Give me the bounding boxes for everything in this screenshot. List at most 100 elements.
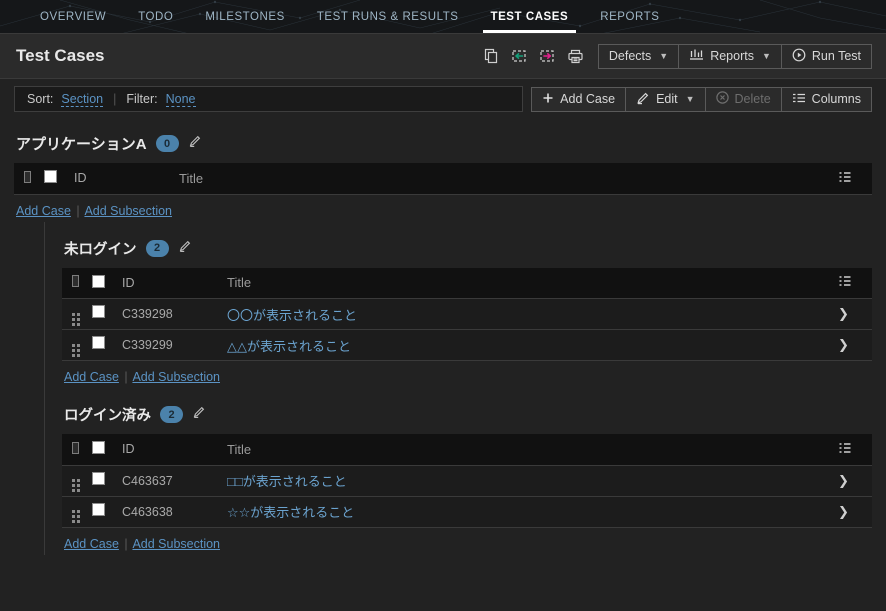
nav-item-reports[interactable]: REPORTS bbox=[584, 0, 675, 33]
drag-handle-icon[interactable] bbox=[72, 343, 80, 357]
header-columns-icon-cell[interactable] bbox=[838, 267, 872, 299]
nav-item-milestones[interactable]: MILESTONES bbox=[189, 0, 300, 33]
select-all-checkbox[interactable] bbox=[92, 441, 105, 455]
row-drag-handle-cell[interactable] bbox=[62, 330, 92, 361]
columns-config-icon bbox=[839, 172, 851, 182]
sort-label: Sort: bbox=[27, 92, 54, 106]
sort-filter-bar: Sort: Section | Filter: None bbox=[14, 86, 524, 112]
add-subsection-link[interactable]: Add Subsection bbox=[132, 370, 220, 384]
case-id: C463638 bbox=[122, 504, 173, 519]
row-checkbox[interactable] bbox=[92, 471, 105, 485]
add-case-button[interactable]: Add Case bbox=[531, 86, 627, 112]
divider: | bbox=[124, 370, 128, 384]
drag-handle-icon[interactable] bbox=[72, 312, 80, 326]
chevron-right-icon[interactable]: ❯ bbox=[838, 337, 849, 352]
header-checkbox-cell[interactable] bbox=[92, 267, 122, 299]
case-title-link[interactable]: 〇〇が表示されること bbox=[227, 308, 357, 323]
row-checkbox[interactable] bbox=[92, 336, 105, 349]
row-checkbox-cell[interactable] bbox=[92, 496, 122, 527]
add-subsection-link[interactable]: Add Subsection bbox=[84, 204, 172, 218]
case-title-link[interactable]: □□が表示されること bbox=[227, 474, 347, 489]
row-drag-handle-cell[interactable] bbox=[62, 496, 92, 527]
plus-icon bbox=[542, 92, 554, 107]
divider: | bbox=[76, 203, 80, 218]
header-title[interactable]: Title bbox=[227, 434, 838, 466]
row-open-cell[interactable]: ❯ bbox=[838, 330, 872, 361]
header-handle-cell bbox=[62, 267, 92, 299]
section-case-count-badge: 2 bbox=[145, 239, 169, 257]
row-open-cell[interactable]: ❯ bbox=[838, 496, 872, 527]
row-drag-handle-cell[interactable] bbox=[62, 299, 92, 330]
row-checkbox-cell[interactable] bbox=[92, 299, 122, 330]
nav-item-todo[interactable]: TODO bbox=[122, 0, 189, 33]
header-columns-icon-cell[interactable] bbox=[838, 163, 872, 195]
sort-value-link[interactable]: Section bbox=[61, 92, 104, 107]
row-checkbox-cell[interactable] bbox=[92, 330, 122, 361]
select-all-checkbox[interactable] bbox=[92, 274, 105, 288]
add-subsection-link[interactable]: Add Subsection bbox=[132, 537, 220, 551]
nav-item-label: REPORTS bbox=[600, 10, 660, 23]
section-title: アプリケーションA bbox=[16, 136, 147, 153]
table-row[interactable]: C339298 〇〇が表示されること ❯ bbox=[62, 298, 872, 330]
header-id[interactable]: ID bbox=[74, 163, 179, 195]
table-row[interactable]: C463637 □□が表示されること ❯ bbox=[62, 465, 872, 496]
run-test-button[interactable]: Run Test bbox=[781, 43, 872, 69]
chevron-down-icon: ▼ bbox=[659, 51, 669, 61]
header-id[interactable]: ID bbox=[122, 434, 227, 466]
drag-handle-icon[interactable] bbox=[72, 479, 80, 492]
run-test-label: Run Test bbox=[811, 49, 861, 63]
divider: | bbox=[124, 536, 128, 551]
nav-item-test-runs-results[interactable]: TEST RUNS & RESULTS bbox=[301, 0, 475, 33]
row-checkbox[interactable] bbox=[92, 502, 105, 516]
columns-config-icon bbox=[839, 276, 851, 286]
edit-section-pencil-icon[interactable] bbox=[192, 405, 206, 424]
select-all-checkbox[interactable] bbox=[44, 170, 57, 184]
add-case-link[interactable]: Add Case bbox=[64, 370, 119, 384]
case-title-cell: □□が表示されること bbox=[227, 465, 838, 496]
row-open-cell[interactable]: ❯ bbox=[838, 299, 872, 330]
table-row[interactable]: C463638 ☆☆が表示されること ❯ bbox=[62, 496, 872, 527]
header-checkbox-cell[interactable] bbox=[92, 434, 122, 466]
row-checkbox[interactable] bbox=[92, 305, 105, 318]
defects-dropdown-button[interactable]: Defects ▼ bbox=[597, 43, 680, 69]
header-columns-icon-cell[interactable] bbox=[838, 434, 872, 466]
reports-label: Reports bbox=[710, 49, 754, 63]
defects-label: Defects bbox=[608, 49, 652, 63]
import-cases-icon[interactable] bbox=[511, 48, 528, 65]
header-id[interactable]: ID bbox=[122, 267, 227, 299]
chevron-right-icon[interactable]: ❯ bbox=[838, 473, 849, 488]
chevron-right-icon[interactable]: ❯ bbox=[838, 504, 849, 519]
edit-section-pencil-icon[interactable] bbox=[188, 134, 202, 153]
table-row[interactable]: C339299 △△が表示されること ❯ bbox=[62, 329, 872, 361]
copy-icon[interactable] bbox=[483, 48, 500, 65]
case-title-cell: 〇〇が表示されること bbox=[227, 299, 838, 330]
table-header-row: ID Title bbox=[62, 267, 872, 299]
drag-handle-icon[interactable] bbox=[72, 510, 80, 523]
columns-button[interactable]: Columns bbox=[781, 86, 872, 112]
filter-value-link[interactable]: None bbox=[165, 92, 196, 107]
nav-item-test-cases[interactable]: TEST CASES bbox=[475, 0, 585, 33]
delete-label: Delete bbox=[734, 92, 771, 106]
row-drag-handle-cell[interactable] bbox=[62, 465, 92, 496]
add-case-link[interactable]: Add Case bbox=[64, 537, 119, 551]
chevron-down-icon: ▼ bbox=[685, 94, 695, 104]
row-checkbox-cell[interactable] bbox=[92, 465, 122, 496]
edit-dropdown-button[interactable]: Edit ▼ bbox=[626, 86, 706, 112]
export-cases-icon[interactable] bbox=[539, 48, 556, 65]
nav-item-overview[interactable]: OVERVIEW bbox=[24, 0, 122, 33]
section-title: ログイン済み bbox=[64, 408, 151, 424]
cases-table: ID Title C339298 〇〇が表示されること ❯ C339299 △△が表示さ… bbox=[62, 267, 872, 362]
chevron-right-icon[interactable]: ❯ bbox=[838, 306, 849, 321]
print-icon[interactable] bbox=[567, 48, 584, 65]
row-marker-icon bbox=[72, 441, 79, 454]
reports-dropdown-button[interactable]: Reports ▼ bbox=[679, 43, 782, 69]
section-links: Add Case | Add Subsection bbox=[62, 528, 872, 555]
header-title[interactable]: Title bbox=[227, 267, 838, 299]
header-title[interactable]: Title bbox=[179, 163, 838, 195]
row-open-cell[interactable]: ❯ bbox=[838, 465, 872, 496]
case-title-link[interactable]: ☆☆が表示されること bbox=[227, 505, 354, 520]
edit-section-pencil-icon[interactable] bbox=[178, 239, 192, 258]
add-case-link[interactable]: Add Case bbox=[16, 204, 71, 218]
case-title-link[interactable]: △△が表示されること bbox=[227, 339, 351, 354]
header-checkbox-cell[interactable] bbox=[44, 163, 74, 195]
